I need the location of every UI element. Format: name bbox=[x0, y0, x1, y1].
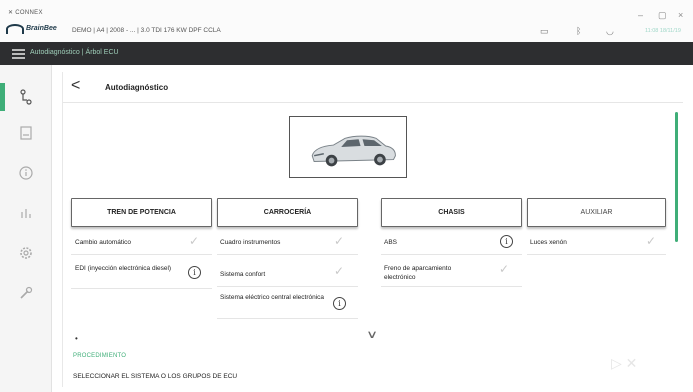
title-bar: ✕ CONNEX BrainBee DEMO | A4 | 2008 - ...… bbox=[0, 0, 693, 42]
brand-logo: BrainBee bbox=[6, 22, 66, 36]
vehicle-info: DEMO | A4 | 2008 - ... | 3.0 TDI 176 KW … bbox=[72, 27, 221, 34]
group-auxiliary-button[interactable]: AUXILIAR bbox=[527, 198, 666, 227]
chart-icon bbox=[21, 209, 31, 218]
nav-bar: Autodiagnóstico | Árbol ECU bbox=[0, 42, 693, 65]
check-icon: ✓ bbox=[334, 234, 345, 248]
row-divider bbox=[217, 286, 358, 287]
row-divider bbox=[527, 254, 666, 255]
maximize-button[interactable]: ▢ bbox=[658, 10, 667, 21]
procedure-text: SELECCIONAR EL SISTEMA O LOS GRUPOS DE E… bbox=[73, 373, 238, 380]
group-chassis-button[interactable]: CHASIS bbox=[381, 198, 522, 227]
close-button[interactable]: × bbox=[678, 10, 683, 20]
header-divider bbox=[63, 102, 683, 103]
breadcrumb: Autodiagnóstico | Árbol ECU bbox=[30, 49, 119, 56]
check-icon: ✓ bbox=[646, 234, 657, 248]
system-automatic-transmission[interactable]: Cambio automático bbox=[75, 238, 131, 247]
info-icon bbox=[19, 166, 33, 180]
vehicle-image bbox=[289, 116, 407, 178]
faded-action-buttons: ▷ ✕ bbox=[611, 355, 638, 371]
info-icon[interactable]: i bbox=[333, 297, 346, 310]
system-xenon-lights[interactable]: Luces xenón bbox=[530, 238, 567, 247]
row-divider bbox=[217, 254, 358, 255]
check-icon: ✓ bbox=[189, 234, 200, 248]
group-body-button[interactable]: CARROCERÍA bbox=[217, 198, 358, 227]
sidebar-item-charts[interactable] bbox=[0, 193, 52, 233]
info-icon[interactable]: i bbox=[188, 266, 201, 279]
sidebar-item-diagnosis[interactable] bbox=[0, 77, 52, 117]
row-divider bbox=[381, 286, 522, 287]
system-electronic-parking-brake[interactable]: Freno de aparcamiento electrónico bbox=[384, 264, 484, 282]
system-abs[interactable]: ABS bbox=[384, 238, 397, 247]
check-icon: ✓ bbox=[334, 264, 345, 278]
diagnosis-tree-icon bbox=[20, 89, 32, 105]
scrollbar[interactable] bbox=[675, 112, 678, 242]
sidebar-item-settings[interactable] bbox=[0, 233, 52, 273]
wrench-icon bbox=[20, 286, 33, 299]
group-powertrain-button[interactable]: TREN DE POTENCIA bbox=[71, 198, 212, 227]
chevron-down-icon[interactable]: ∨ bbox=[366, 328, 378, 341]
status-text: 11:08 18/11/19 bbox=[645, 28, 681, 34]
wifi-icon[interactable]: ◡ bbox=[606, 26, 614, 37]
minimize-button[interactable]: – bbox=[638, 10, 643, 20]
sidebar-item-info[interactable] bbox=[0, 153, 52, 193]
bluetooth-icon[interactable]: ᛒ bbox=[576, 26, 581, 36]
camera-icon[interactable]: ▭ bbox=[540, 26, 549, 37]
logo-mark-icon bbox=[6, 24, 24, 34]
settings-icon bbox=[20, 247, 32, 259]
logo-text: BrainBee bbox=[26, 25, 57, 32]
check-icon: ✓ bbox=[499, 262, 510, 276]
system-central-electrics[interactable]: Sistema eléctrico central electrónica bbox=[220, 293, 330, 302]
info-icon[interactable]: i bbox=[500, 235, 513, 248]
sidebar-item-tools[interactable] bbox=[0, 273, 52, 313]
system-edi-diesel-injection[interactable]: EDI (inyección electrónica diesel) bbox=[75, 264, 175, 273]
main-panel: < Autodiagnóstico TREN DE POTENCIA CARRO… bbox=[62, 72, 683, 387]
sidebar-item-print[interactable] bbox=[0, 113, 52, 153]
row-divider bbox=[381, 254, 522, 255]
row-divider bbox=[71, 254, 212, 255]
row-divider bbox=[71, 288, 212, 289]
page-title: Autodiagnóstico bbox=[105, 83, 169, 92]
system-instrument-cluster[interactable]: Cuadro instrumentos bbox=[220, 238, 280, 247]
printer-icon bbox=[20, 126, 32, 140]
bullet-dot: • bbox=[75, 334, 78, 343]
sidebar bbox=[0, 65, 52, 392]
system-comfort[interactable]: Sistema confort bbox=[220, 270, 265, 279]
row-divider bbox=[217, 318, 358, 319]
back-button[interactable]: < bbox=[71, 78, 80, 94]
menu-icon[interactable] bbox=[12, 49, 25, 59]
procedure-label: PROCEDIMIENTO bbox=[73, 353, 127, 359]
car-icon bbox=[311, 135, 396, 167]
app-title: ✕ CONNEX bbox=[8, 10, 43, 16]
